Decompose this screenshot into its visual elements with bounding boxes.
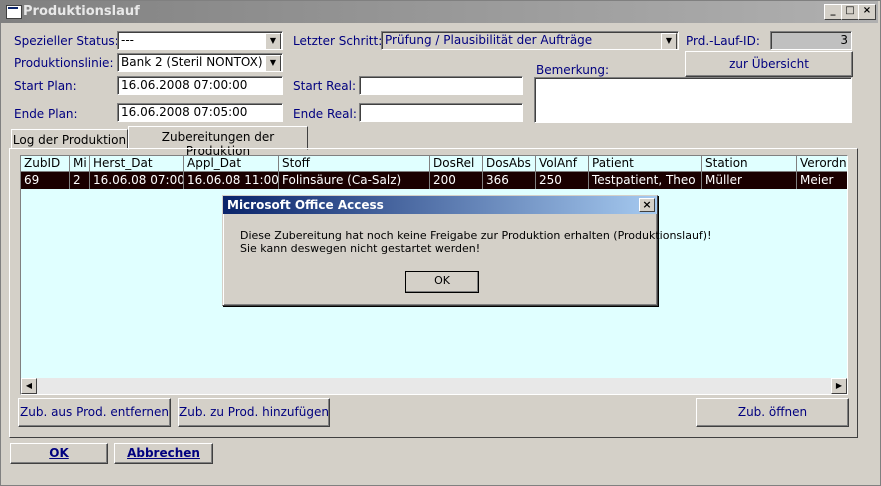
bemerkung-label: Bemerkung: (536, 63, 610, 77)
message-dialog: Microsoft Office Access × Diese Zubereit… (222, 195, 712, 306)
ok-button[interactable]: OK (10, 443, 108, 464)
lauf-id-field: 3 (770, 31, 852, 50)
tab-zubereitungen-der-produktion[interactable]: Zubereitungen der Produktion (128, 126, 308, 158)
table-cell[interactable]: 250 (536, 172, 589, 189)
table-cell[interactable]: Müller (702, 172, 797, 189)
zub-entfernen-button[interactable]: Zub. aus Prod. entfernen (18, 398, 171, 427)
spezieller-status-label: Spezieller Status: (14, 34, 119, 48)
spezieller-status-value: --- (121, 33, 134, 47)
letzter-schritt-label: Letzter Schritt: (293, 34, 383, 48)
title-bar[interactable]: Produktionslauf _ □ × (1, 1, 878, 23)
column-header[interactable]: Appl_Dat (184, 156, 279, 172)
minimize-icon[interactable]: _ (824, 4, 842, 20)
column-header[interactable]: Mi (70, 156, 90, 172)
spezieller-status-combo[interactable]: --- ▼ (117, 31, 283, 50)
column-header[interactable]: Stoff (279, 156, 430, 172)
close-icon[interactable]: × (858, 4, 876, 20)
letzter-schritt-combo[interactable]: Prüfung / Plausibilität der Aufträge ▼ (381, 31, 679, 50)
scroll-right-icon[interactable]: ▶ (831, 378, 847, 394)
ende-real-field[interactable] (359, 103, 523, 122)
column-header[interactable]: Herst_Dat (90, 156, 184, 172)
table-cell[interactable]: 69 (21, 172, 70, 189)
column-header[interactable]: DosAbs (483, 156, 536, 172)
chevron-down-icon[interactable]: ▼ (661, 33, 677, 49)
table-cell[interactable]: 2 (70, 172, 90, 189)
start-real-label: Start Real: (293, 79, 357, 93)
table-cell[interactable]: Folinsäure (Ca-Salz) (279, 172, 430, 189)
scroll-left-icon[interactable]: ◀ (21, 378, 37, 394)
table-cell[interactable]: 16.06.08 07:00 (90, 172, 184, 189)
letzter-schritt-value: Prüfung / Plausibilität der Aufträge (385, 33, 593, 47)
zur-uebersicht-button[interactable]: zur Übersicht (685, 51, 853, 77)
table-cell[interactable]: 16.06.08 11:00 (184, 172, 279, 189)
start-plan-label: Start Plan: (14, 79, 77, 93)
start-plan-field[interactable]: 16.06.2008 07:00:00 (117, 76, 283, 95)
chevron-down-icon[interactable]: ▼ (265, 55, 281, 71)
tab-log-der-produktion[interactable]: Log der Produktion (11, 129, 128, 149)
dialog-title: Microsoft Office Access (227, 198, 384, 212)
column-header[interactable]: Station (702, 156, 797, 172)
produktionslinie-combo[interactable]: Bank 2 (Steril NONTOX) ▼ (117, 53, 283, 72)
produktionslinie-label: Produktionslinie: (14, 56, 114, 70)
table-cell[interactable]: Meier (797, 172, 847, 189)
dialog-ok-button[interactable]: OK (405, 271, 479, 293)
window-title: Produktionslauf (23, 4, 140, 19)
start-real-field[interactable] (359, 76, 523, 95)
ende-plan-label: Ende Plan: (14, 107, 78, 121)
dialog-message-line2: Sie kann deswegen nicht gestartet werden… (240, 242, 481, 255)
column-header[interactable]: VolAnf (536, 156, 589, 172)
column-header[interactable]: Patient (589, 156, 702, 172)
column-header[interactable]: ZubID (21, 156, 70, 172)
maximize-icon[interactable]: □ (841, 4, 859, 20)
dialog-title-bar[interactable]: Microsoft Office Access (223, 196, 657, 214)
dialog-message-line1: Diese Zubereitung hat noch keine Freigab… (240, 229, 712, 242)
produktionslinie-value: Bank 2 (Steril NONTOX) (121, 55, 263, 69)
column-header[interactable]: Verordne (797, 156, 847, 172)
table-cell[interactable]: 200 (430, 172, 483, 189)
table-cell[interactable]: Testpatient, Theo (589, 172, 702, 189)
zub-hinzufuegen-button[interactable]: Zub. zu Prod. hinzufügen (178, 398, 330, 427)
ende-real-label: Ende Real: (293, 107, 357, 121)
form-icon[interactable] (6, 5, 22, 19)
chevron-down-icon[interactable]: ▼ (265, 33, 281, 49)
column-header[interactable]: DosRel (430, 156, 483, 172)
lauf-id-label: Prd.-Lauf-ID: (686, 34, 760, 48)
dialog-close-icon[interactable]: × (639, 198, 655, 212)
bemerkung-textarea[interactable] (534, 77, 852, 123)
table-cell[interactable]: 366 (483, 172, 536, 189)
horizontal-scrollbar[interactable]: ◀ ▶ (21, 378, 847, 394)
ende-plan-field[interactable]: 16.06.2008 07:05:00 (117, 103, 283, 122)
zub-oeffnen-button[interactable]: Zub. öffnen (696, 398, 849, 427)
abbrechen-button[interactable]: Abbrechen (114, 443, 213, 464)
